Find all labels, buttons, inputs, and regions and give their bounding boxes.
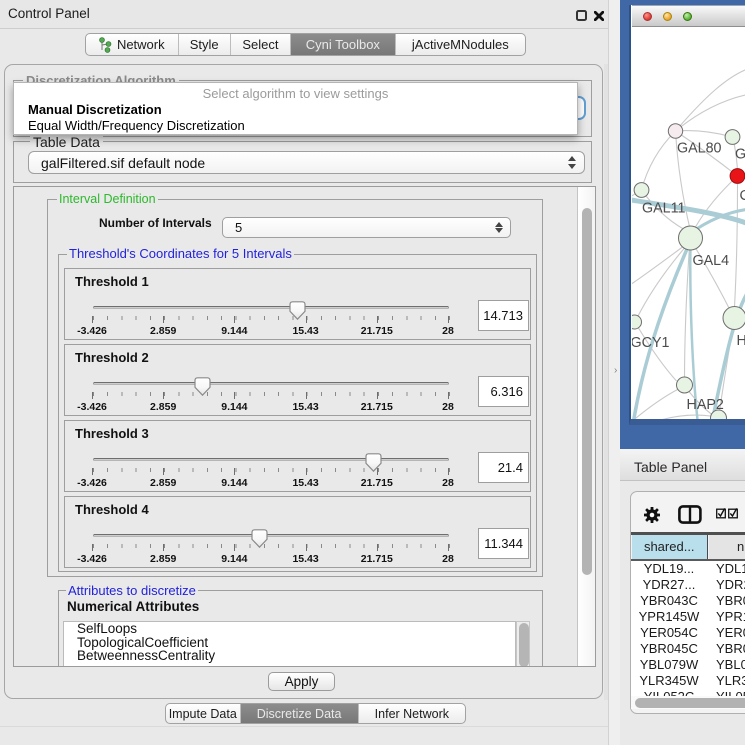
svg-text:GCY1: GCY1 (632, 335, 669, 351)
svg-text:GAL11: GAL11 (642, 201, 685, 217)
svg-text:GAL80: GAL80 (677, 141, 722, 157)
svg-text:GAL4: GAL4 (692, 253, 729, 269)
svg-text:HA: HA (736, 333, 745, 349)
svg-text:C: C (739, 188, 745, 204)
svg-text:HAP2: HAP2 (686, 397, 723, 413)
svg-text:GA: GA (735, 147, 745, 163)
